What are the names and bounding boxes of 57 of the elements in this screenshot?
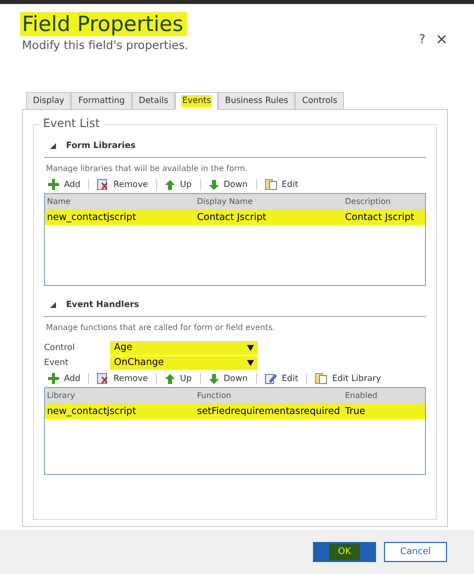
column-header[interactable]: Function	[197, 391, 345, 400]
group-legend: Event List	[40, 116, 103, 130]
tab[interactable]: Details	[132, 92, 176, 110]
toolbar-button[interactable]: Edit	[264, 373, 298, 384]
dialog-subtitle: Modify this field's properties.	[22, 38, 188, 52]
tab[interactable]: Controls	[295, 92, 344, 110]
toolbar-button[interactable]: Add	[48, 373, 80, 384]
pencil-document-icon	[264, 373, 277, 384]
close-button[interactable]: ×	[435, 26, 448, 52]
grid-row[interactable]: new_contactjscript Contact Jscript Contact Jscript	[45, 209, 425, 225]
tab[interactable]: Events	[175, 92, 218, 110]
dropdown-arrow-icon	[247, 360, 254, 366]
down-arrow-icon	[208, 180, 219, 190]
grid-row[interactable]: new_contactjscript setFiedrequirementasrequired True	[45, 403, 425, 419]
up-arrow-icon	[164, 374, 175, 384]
plus-icon	[48, 373, 59, 384]
dropdown[interactable]: Age	[110, 340, 258, 354]
section-title: Form Libraries	[66, 141, 136, 151]
dropdown-value: Age	[114, 342, 132, 353]
field-label: Control	[44, 342, 76, 352]
toolbar-button[interactable]: Remove	[97, 373, 148, 384]
document-x-icon	[97, 179, 108, 190]
help-button[interactable]: ?	[419, 26, 426, 52]
document-icon	[315, 373, 328, 384]
section-title: Event Handlers	[66, 300, 140, 310]
section-description: Manage libraries that will be available in the form.	[46, 164, 249, 173]
toolbar-button[interactable]: Add	[48, 179, 80, 190]
tab[interactable]: Formatting	[71, 92, 132, 110]
tab[interactable]: Display	[26, 92, 72, 110]
tab[interactable]: Business Rules	[218, 92, 296, 110]
ok-button[interactable]: OK	[313, 542, 376, 562]
collapse-icon[interactable]	[50, 302, 56, 308]
dropdown[interactable]: OnChange	[110, 356, 258, 370]
plus-icon	[48, 179, 59, 190]
field-label: Event	[44, 358, 70, 368]
toolbar-button[interactable]: Up	[164, 374, 192, 384]
document-icon	[264, 179, 277, 190]
collapse-icon[interactable]	[50, 143, 56, 149]
dialog-title: Field Properties	[20, 12, 188, 36]
section-description: Manage functions that are called for form or field events.	[46, 323, 276, 332]
dropdown-value: OnChange	[114, 357, 164, 368]
toolbar-button[interactable]: Down	[208, 374, 248, 384]
column-header[interactable]: Description	[345, 197, 425, 206]
toolbar-button[interactable]: Up	[164, 180, 192, 190]
toolbar-button[interactable]: Edit Library	[315, 373, 382, 384]
cancel-button[interactable]: Cancel	[384, 542, 447, 562]
toolbar-button[interactable]: Edit	[264, 179, 298, 190]
toolbar-button[interactable]: Remove	[97, 179, 148, 190]
column-header[interactable]: Display Name	[197, 197, 345, 206]
column-header[interactable]: Name	[47, 197, 197, 206]
toolbar-button[interactable]: Down	[208, 180, 248, 190]
column-header[interactable]: Enabled	[345, 391, 425, 400]
up-arrow-icon	[164, 180, 175, 190]
column-header[interactable]: Library	[47, 391, 197, 400]
document-x-icon	[97, 373, 108, 384]
down-arrow-icon	[208, 374, 219, 384]
dropdown-arrow-icon	[247, 344, 254, 350]
